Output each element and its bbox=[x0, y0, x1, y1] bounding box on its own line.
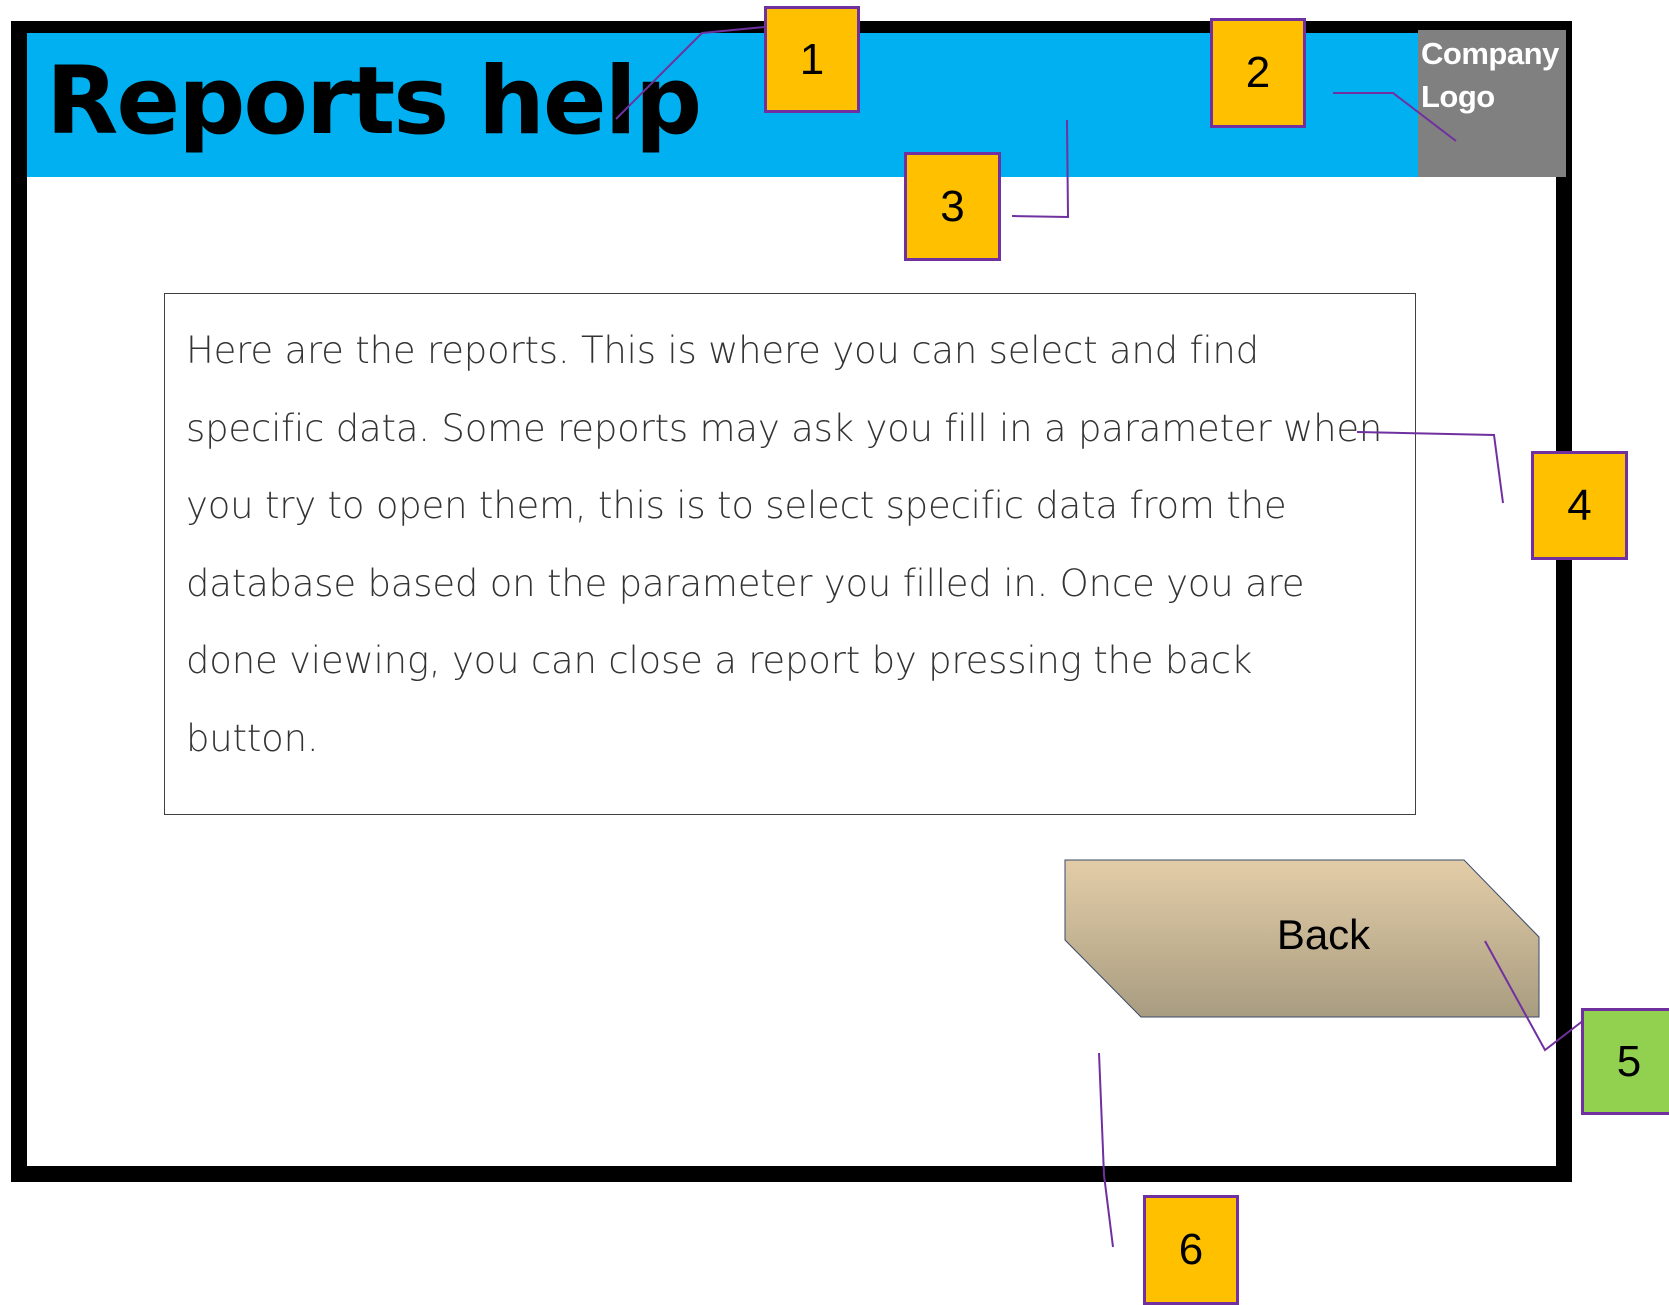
help-text-box: Here are the reports. This is where you … bbox=[164, 293, 1416, 815]
company-logo-text: Company Logo bbox=[1421, 36, 1559, 114]
callout-6: 6 bbox=[1143, 1195, 1239, 1305]
callout-4: 4 bbox=[1531, 451, 1628, 560]
help-description: Here are the reports. This is where you … bbox=[186, 329, 1383, 760]
callout-3: 3 bbox=[904, 152, 1001, 261]
back-button-label: Back bbox=[1276, 911, 1371, 958]
page-title: Reports help bbox=[46, 47, 702, 156]
callout-1: 1 bbox=[764, 6, 860, 113]
callout-2: 2 bbox=[1210, 18, 1306, 128]
callout-5: 5 bbox=[1581, 1008, 1669, 1115]
back-button[interactable]: Back bbox=[1064, 859, 1541, 1019]
